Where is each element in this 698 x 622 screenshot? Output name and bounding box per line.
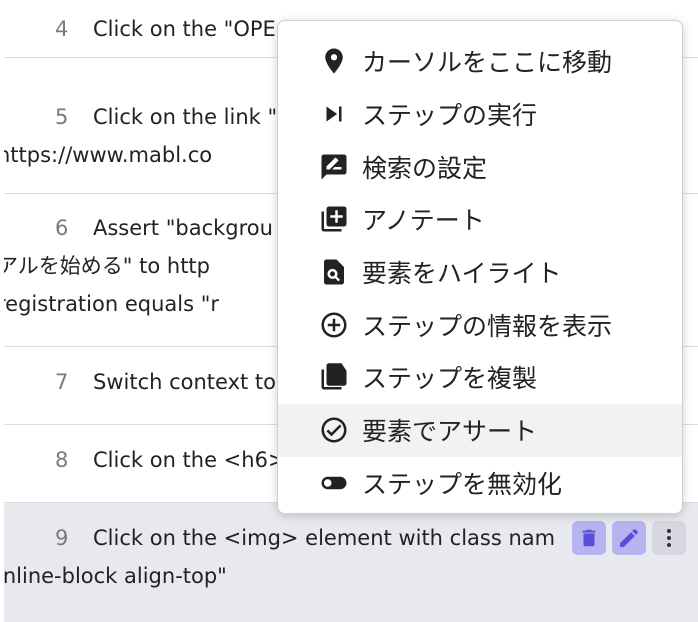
edit-step-button[interactable] — [612, 521, 646, 555]
trash-icon — [582, 529, 596, 547]
more-vertical-icon — [667, 529, 671, 547]
menu-item-label: ステップを無効化 — [362, 469, 563, 499]
search-document-icon — [318, 256, 350, 288]
step-text: Assert "backgrou — [93, 216, 273, 240]
step-text: Click on the link " — [93, 105, 278, 129]
menu-item-assert-element[interactable]: 要素でアサート — [278, 403, 682, 457]
menu-item-label: 検索の設定 — [362, 153, 488, 183]
toggle-icon — [318, 467, 350, 499]
menu-item-label: アノテート — [362, 206, 485, 236]
menu-item-highlight-element[interactable]: 要素をハイライト — [278, 246, 682, 299]
menu-item-label: ステップの実行 — [362, 101, 538, 131]
menu-item-duplicate-step[interactable]: ステップを複製 — [278, 351, 682, 404]
step-text: Click on the <h6> — [93, 448, 286, 472]
more-options-button[interactable] — [652, 521, 686, 555]
add-box-icon — [318, 203, 350, 235]
add-circle-icon — [318, 309, 350, 341]
step-number: 6 — [55, 216, 69, 240]
check-circle-icon — [318, 414, 350, 446]
menu-item-annotate[interactable]: アノテート — [278, 193, 682, 246]
step-number: 8 — [55, 448, 69, 472]
pencil-icon — [620, 528, 639, 547]
step-text: Click on the "OPE — [93, 17, 276, 41]
edit-chat-icon — [318, 151, 350, 183]
menu-item-find-settings[interactable]: 検索の設定 — [278, 140, 682, 193]
step-number: 9 — [55, 526, 69, 550]
menu-item-run-step[interactable]: ステップの実行 — [278, 88, 682, 141]
menu-item-label: 要素でアサート — [362, 417, 538, 447]
menu-item-label: カーソルをここに移動 — [362, 48, 613, 78]
step-text-line2: inline-block align-top" — [4, 564, 227, 588]
step-context-menu: カーソルをここに移動 ステップの実行 検索の設定 アノテート 要素をハイライト … — [277, 20, 683, 514]
menu-item-step-info[interactable]: ステップの情報を表示 — [278, 298, 682, 351]
menu-item-move-cursor[interactable]: カーソルをここに移動 — [278, 35, 682, 88]
menu-item-label: 要素をハイライト — [362, 259, 562, 289]
step-number: 4 — [55, 17, 69, 41]
menu-item-label: ステップの情報を表示 — [362, 311, 613, 341]
delete-step-button[interactable] — [572, 521, 606, 555]
menu-item-disable-step[interactable]: ステップを無効化 — [278, 457, 682, 510]
step-number: 5 — [55, 105, 69, 129]
step-text: Switch context to — [93, 370, 277, 394]
row-actions — [572, 521, 686, 555]
step-number: 7 — [55, 370, 69, 394]
step-text: Click on the <img> element with class na… — [93, 526, 556, 550]
skip-next-icon — [318, 98, 350, 130]
step-row-9[interactable]: 9 Click on the <img> element with class n… — [4, 503, 698, 622]
menu-item-label: ステップを複製 — [362, 364, 538, 394]
location-pin-icon — [318, 45, 350, 77]
copy-icon — [318, 361, 350, 393]
